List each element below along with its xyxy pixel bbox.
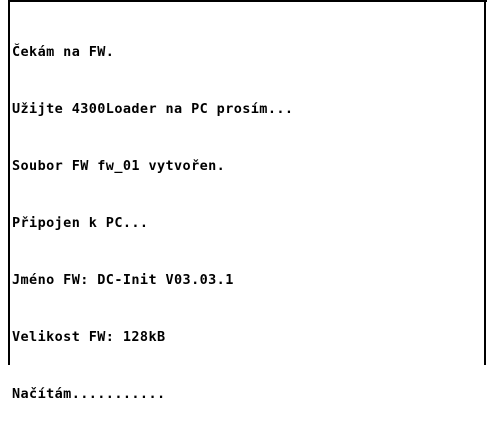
console-line-waiting-fw: Čekám na FW. <box>12 44 115 60</box>
console-line-file-created: Soubor FW fw_01 vytvořen. <box>12 158 226 174</box>
screen-border-left <box>8 0 10 365</box>
console-line-connected-pc: Připojen k PC... <box>12 215 149 231</box>
console-line-fw-name: Jméno FW: DC-Init V03.03.1 <box>12 272 234 288</box>
device-screen: Čekám na FW. Užijte 4300Loader na PC pro… <box>0 0 487 402</box>
console-line-use-loader: Užijte 4300Loader na PC prosím... <box>12 101 294 117</box>
screen-border-top <box>8 0 487 2</box>
console-line-loading: Načítám........... <box>12 386 166 402</box>
console-line-fw-size: Velikost FW: 128kB <box>12 329 166 345</box>
screen-border-right <box>484 0 486 365</box>
console-log: Čekám na FW. Užijte 4300Loader na PC pro… <box>12 5 480 442</box>
